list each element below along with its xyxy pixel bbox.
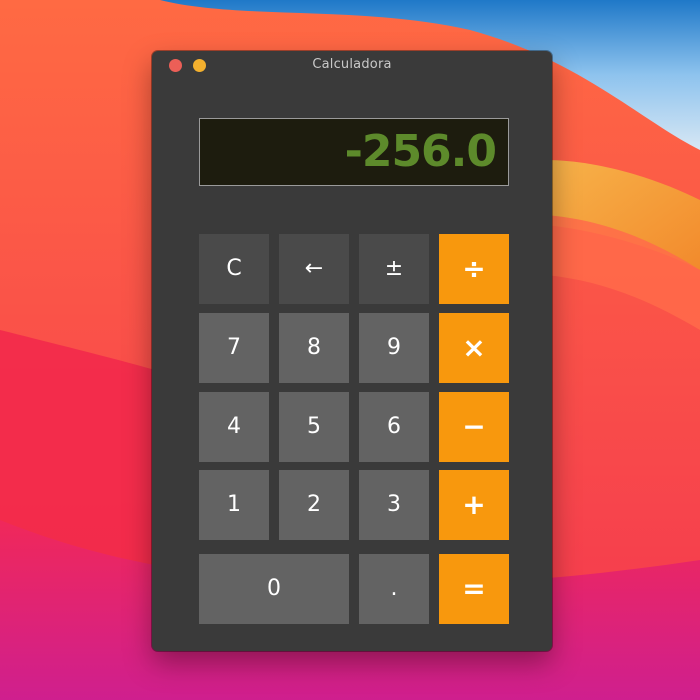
decimal-point-button[interactable]: . <box>359 554 429 624</box>
calculator-display: -256.0 <box>199 118 509 186</box>
subtract-button[interactable]: − <box>439 392 509 462</box>
digit-9-button[interactable]: 9 <box>359 313 429 383</box>
digit-6-button[interactable]: 6 <box>359 392 429 462</box>
digit-2-button[interactable]: 2 <box>279 470 349 540</box>
calculator-window: Calculadora -256.0 C ← ± ÷ 7 8 9 × 4 5 6… <box>152 51 552 651</box>
add-button[interactable]: + <box>439 470 509 540</box>
desktop-wallpaper: Calculadora -256.0 C ← ± ÷ 7 8 9 × 4 5 6… <box>0 0 700 700</box>
digit-8-button[interactable]: 8 <box>279 313 349 383</box>
digit-5-button[interactable]: 5 <box>279 392 349 462</box>
equals-button[interactable]: = <box>439 554 509 624</box>
digit-3-button[interactable]: 3 <box>359 470 429 540</box>
clear-button[interactable]: C <box>199 234 269 304</box>
divide-button[interactable]: ÷ <box>439 234 509 304</box>
toggle-sign-button[interactable]: ± <box>359 234 429 304</box>
title-bar[interactable]: Calculadora <box>152 51 552 79</box>
backspace-button[interactable]: ← <box>279 234 349 304</box>
digit-0-button[interactable]: 0 <box>199 554 349 624</box>
multiply-button[interactable]: × <box>439 313 509 383</box>
digit-4-button[interactable]: 4 <box>199 392 269 462</box>
digit-1-button[interactable]: 1 <box>199 470 269 540</box>
display-value: -256.0 <box>344 126 497 177</box>
digit-7-button[interactable]: 7 <box>199 313 269 383</box>
window-title: Calculadora <box>312 57 392 72</box>
